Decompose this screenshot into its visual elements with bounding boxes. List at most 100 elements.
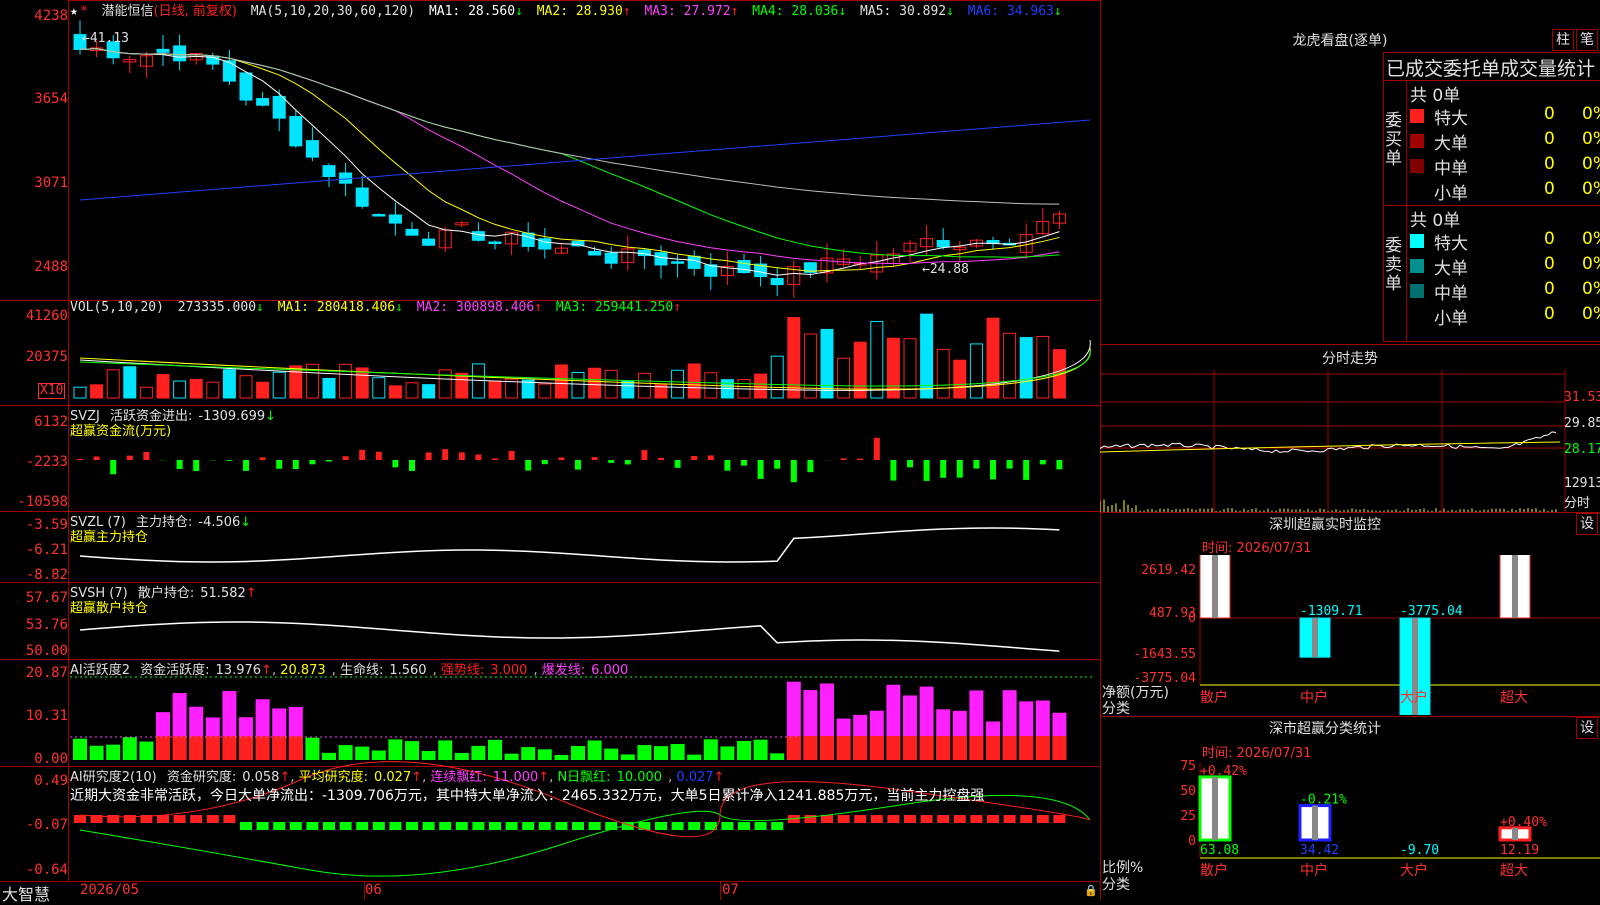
research-bar [638, 822, 650, 830]
research-bar [755, 822, 767, 830]
flow-bar [409, 460, 415, 471]
volume-bar [970, 344, 982, 398]
flow-bar [426, 452, 432, 460]
activity-bar [704, 739, 718, 760]
activity-bar [604, 749, 618, 760]
activity-bar [123, 737, 137, 760]
color-swatch [1410, 309, 1424, 323]
lock-icon[interactable]: 🔒 [1084, 884, 1098, 897]
flow-bar [1040, 460, 1046, 464]
candle-body [655, 253, 667, 265]
candle-body [306, 141, 318, 158]
class-bar-shade [1212, 777, 1218, 840]
candle-body [323, 166, 335, 177]
research-bar [340, 822, 352, 830]
volume-bar [1004, 333, 1016, 398]
monitor-bar-shade [1312, 618, 1318, 657]
flow-bar [641, 450, 647, 460]
flow-bar [309, 460, 315, 464]
class-value: 12.19 [1500, 843, 1539, 858]
flow-bar [475, 454, 481, 460]
class-category: 中户 [1300, 862, 1328, 879]
activity-bar [538, 749, 552, 760]
intraday-title: 分时走势 [1100, 348, 1600, 368]
vol-ma1: MA1: 280418.406↓ [278, 300, 403, 315]
activity-bar [438, 740, 452, 760]
monitor-bar-label: -1309.71 [1300, 604, 1363, 619]
low-marker: ←24.88 [922, 262, 969, 277]
flow-bar [558, 457, 564, 460]
activity-base [1003, 736, 1017, 760]
flow-bar [509, 451, 515, 460]
research-bar [1037, 815, 1049, 823]
y-label: 20375 [26, 349, 68, 365]
vol-ma3: MA3: 259441.250↑ [556, 300, 681, 315]
color-swatch [1410, 259, 1424, 273]
class-y-label: 50 [1180, 784, 1196, 799]
volume-bar [1037, 336, 1049, 398]
research-bar [1053, 815, 1065, 823]
order-row: 特大00% [1410, 104, 1600, 128]
intraday-chart[interactable] [1100, 370, 1600, 512]
volume-bar [622, 381, 634, 398]
x-axis-line [0, 881, 1101, 882]
candle-body [489, 242, 501, 244]
flow-bar [575, 460, 581, 470]
candle-body [389, 215, 401, 223]
y-label: 6132 [34, 414, 68, 430]
ai-active-legend: AI活跃度2 资金活跃度:13.976↑, 20.873, 生命线:1.560,… [70, 659, 634, 678]
volume-bar [207, 382, 219, 398]
buy-orders-label: 委买单 [1385, 112, 1405, 169]
research-bar [439, 822, 451, 830]
class-y-label: 0 [1188, 834, 1196, 849]
research-bar [970, 815, 982, 823]
settings-button[interactable]: 设 [1576, 717, 1598, 739]
tick-mode-button[interactable]: 笔 [1576, 29, 1598, 51]
settings-button[interactable]: 设 [1576, 513, 1598, 535]
activity-base [853, 736, 867, 760]
x-label: 07 [722, 882, 739, 898]
y-label: 41260 [26, 308, 68, 324]
volume-bar [954, 360, 966, 398]
flow-bar [260, 457, 266, 460]
bar-mode-button[interactable]: 柱 [1552, 29, 1574, 51]
x-label: 2026/05 [80, 882, 139, 898]
research-bar [456, 822, 468, 830]
x-label: 06 [365, 882, 382, 898]
flow-bar [608, 460, 614, 463]
activity-bar [505, 754, 519, 760]
candle-body [157, 49, 169, 52]
research-bar [539, 822, 551, 830]
order-row: 特大00% [1410, 229, 1600, 253]
svzj-value: -1309.699 [198, 409, 265, 424]
flow-bar [542, 460, 548, 464]
burst-value: 6.000 [591, 663, 628, 678]
volume-bar [788, 318, 800, 398]
intraday-y-label: 31.53 [1564, 390, 1600, 405]
activity-bar [455, 753, 469, 760]
flow-bar [741, 460, 747, 466]
research-bar [838, 815, 850, 823]
ma6-line [80, 120, 1090, 200]
ma-title: MA(5,10,20,30,60,120) [251, 4, 415, 19]
flow-bar [857, 459, 863, 460]
monitor-bar-shade [1212, 555, 1218, 618]
svzl-line [80, 528, 1059, 562]
research-bar [74, 815, 86, 823]
research-bar [257, 822, 269, 830]
star-icon[interactable]: ★ [70, 4, 78, 19]
svsh-value: 51.582 [200, 586, 246, 601]
chart-mode[interactable]: (日线, 前复权) [154, 4, 237, 19]
flow-bar [791, 460, 797, 482]
order-row: 小单00% [1410, 304, 1600, 328]
volume-bar [91, 385, 103, 398]
volume-bar [290, 366, 302, 398]
volume-bar [340, 364, 352, 398]
main-legend: ★* 潜能恒信(日线, 前复权) MA(5,10,20,30,60,120) M… [70, 0, 1068, 19]
candle-body [373, 215, 385, 217]
kline-chart[interactable] [0, 0, 1100, 882]
candle-body [472, 232, 484, 241]
flow-bar [293, 460, 299, 469]
color-swatch [1410, 109, 1424, 123]
volume-bar [273, 372, 285, 398]
